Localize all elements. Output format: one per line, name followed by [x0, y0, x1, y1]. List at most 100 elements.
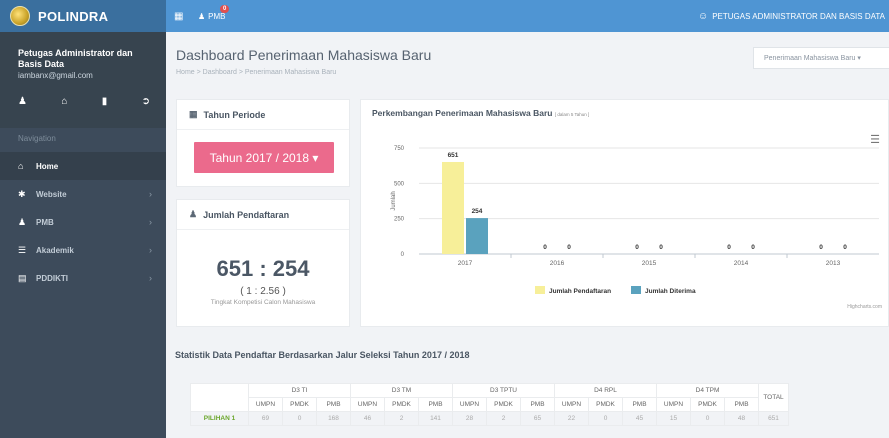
table-cell: 2 — [384, 411, 419, 426]
sidebar-item-home[interactable]: ⌂ Home — [0, 152, 166, 180]
legend-label: Jumlah Pendaftaran — [549, 288, 611, 295]
y-tick-label: 250 — [394, 217, 405, 223]
chevron-right-icon: › — [149, 245, 152, 255]
chart-subtitle: [ dalam 5 Tahun ] — [554, 112, 590, 117]
data-label: 254 — [472, 208, 483, 215]
bookmark-icon[interactable]: ▮ — [102, 96, 108, 107]
table-group-header: D3 TM — [350, 383, 453, 398]
module-dropdown[interactable]: Penerimaan Mahasiswa Baru ▾ — [753, 47, 889, 69]
pendaftaran-card: ♟ Jumlah Pendaftaran 651 : 254 ( 1 : 2.5… — [176, 199, 350, 327]
x-tick-label: 2014 — [734, 260, 749, 267]
table-cell: 48 — [724, 411, 759, 426]
sidebar-item-label: Akademik — [36, 245, 74, 255]
notification-badge: 0 — [220, 4, 230, 13]
ratio-caption: Tingkat Kompetisi Calon Mahasiswa — [210, 299, 316, 306]
brand-bar[interactable]: POLINDRA — [0, 0, 166, 32]
table-subheader-cell: PMB — [316, 397, 351, 412]
table-subheader-cell: PMDK — [282, 397, 317, 412]
table-subheader-cell: UMPN — [554, 397, 589, 412]
periode-select-button[interactable]: Tahun 2017 / 2018 ▾ — [194, 142, 334, 173]
profile-email: iambanx@gmail.com — [18, 71, 93, 80]
polindra-logo — [10, 6, 30, 26]
table-subheader-cell: PMDK — [690, 397, 725, 412]
ratio-small: ( 1 : 2.56 ) — [240, 286, 286, 297]
table-cell: 69 — [248, 411, 283, 426]
table-cell: 15 — [656, 411, 691, 426]
nav-label: Navigation — [18, 134, 56, 143]
profile-panel: Petugas Administrator dan Basis Data iam… — [0, 32, 166, 128]
data-label: 651 — [448, 152, 459, 159]
sidebar-item-pddikti[interactable]: ▤ PDDIKTI › — [0, 264, 166, 292]
menu-toggle-icon[interactable]: ▦ — [174, 11, 190, 22]
book-icon: ▤ — [18, 272, 27, 283]
legend-swatch — [631, 286, 641, 294]
table-group-header: D4 RPL — [554, 383, 657, 398]
y-tick-label: 500 — [394, 181, 405, 187]
table-group-header: D3 TPTU — [452, 383, 555, 398]
user-menu[interactable]: ☺ PETUGAS ADMINISTRATOR DAN BASIS DATA — [698, 11, 889, 22]
sidebar-item-akademik[interactable]: ☰ Akademik › — [0, 236, 166, 264]
sidebar-item-pmb[interactable]: ♟ PMB › — [0, 208, 166, 236]
y-tick-label: 0 — [401, 252, 405, 258]
chevron-right-icon: › — [149, 189, 152, 199]
data-label: 0 — [727, 244, 731, 251]
unlock-icon[interactable]: ⌂ — [61, 96, 67, 107]
table-cell: 168 — [316, 411, 351, 426]
table-subheader-cell: PMB — [622, 397, 657, 412]
table-cell: 0 — [588, 411, 623, 426]
table-cell: 141 — [418, 411, 453, 426]
table-total-header: TOTAL — [758, 383, 789, 412]
data-label: 0 — [567, 244, 571, 251]
legend-swatch — [535, 286, 545, 294]
table-subheader-cell: UMPN — [248, 397, 283, 412]
table-group-header: D4 TPM — [656, 383, 759, 398]
brand-title: POLINDRA — [38, 8, 109, 24]
card-header: ♟ Jumlah Pendaftaran — [177, 200, 349, 230]
profile-name: Petugas Administrator dan Basis Data — [18, 48, 133, 69]
sidebar: POLINDRA Petugas Administrator dan Basis… — [0, 0, 166, 438]
y-axis-label: Jumlah — [391, 191, 397, 210]
table-row: PILIHAN 1 69 0 168 46 2 141 28 2 65 22 0 45 15 0 48 651 — [190, 411, 789, 426]
table-subheader-cell: UMPN — [452, 397, 487, 412]
card-header: ▦ Tahun Periode — [177, 100, 349, 130]
bar-jumlah-pendaftaran — [442, 161, 464, 254]
breadcrumb: Home > Dashboard > Penerimaan Mahasiswa … — [176, 69, 337, 76]
periode-card: ▦ Tahun Periode Tahun 2017 / 2018 ▾ — [176, 99, 350, 187]
x-tick-label: 2015 — [642, 260, 657, 267]
sidebar-item-website[interactable]: ✱ Website › — [0, 180, 166, 208]
user-name: PETUGAS ADMINISTRATOR DAN BASIS DATA — [712, 11, 885, 21]
data-label: 0 — [843, 244, 847, 251]
x-tick-label: 2016 — [550, 260, 565, 267]
table-cell: 65 — [520, 411, 555, 426]
chevron-right-icon: › — [149, 273, 152, 283]
list-icon: ☰ — [18, 244, 27, 255]
user-icon: ☺ — [698, 10, 709, 22]
data-label: 0 — [635, 244, 639, 251]
chart-title: Perkembangan Penerimaan Mahasiswa Baru [… — [372, 108, 590, 118]
sidebar-item-label: PDDIKTI — [36, 273, 68, 283]
table-cell: 46 — [350, 411, 385, 426]
calendar-icon: ▦ — [189, 109, 198, 119]
x-tick-label: 2013 — [826, 260, 841, 267]
table-cell: 651 — [758, 411, 789, 426]
row-label: PILIHAN 1 — [190, 411, 249, 426]
bar-jumlah-diterima — [466, 218, 488, 254]
sidebar-item-label: Home — [36, 161, 59, 171]
user-icon[interactable]: ♟ — [18, 96, 27, 107]
logout-icon[interactable]: ➲ — [142, 96, 150, 107]
main-content: Dashboard Penerimaan Mahasiswa Baru Home… — [166, 32, 889, 438]
chart-card: 0 250 500 750 Jumlah 2017 651 254 2016 0 0 2015 0 0 20… — [360, 99, 889, 327]
data-label: 0 — [543, 244, 547, 251]
chart-menu-icon[interactable]: ☰ — [870, 133, 880, 146]
globe-icon: ✱ — [18, 188, 26, 199]
stat-title: Statistik Data Pendaftar Berdasarkan Jal… — [175, 350, 470, 360]
sidebar-item-label: Website — [36, 189, 67, 199]
pmb-menu[interactable]: ♟ PMB 0 — [198, 4, 230, 21]
table-cell: 0 — [690, 411, 725, 426]
home-icon: ⌂ — [18, 161, 24, 171]
table-subheader-cell: PMDK — [588, 397, 623, 412]
table-group-header: D3 TI — [248, 383, 351, 398]
bar-chart: 0 250 500 750 Jumlah 2017 651 254 2016 0 0 2015 0 0 20… — [391, 146, 882, 310]
table-subheader-row: UMPN PMDK PMB UMPN PMDK PMB UMPN PMDK PMB UMPN PMD… — [191, 397, 789, 412]
x-tick-label: 2017 — [458, 260, 473, 267]
